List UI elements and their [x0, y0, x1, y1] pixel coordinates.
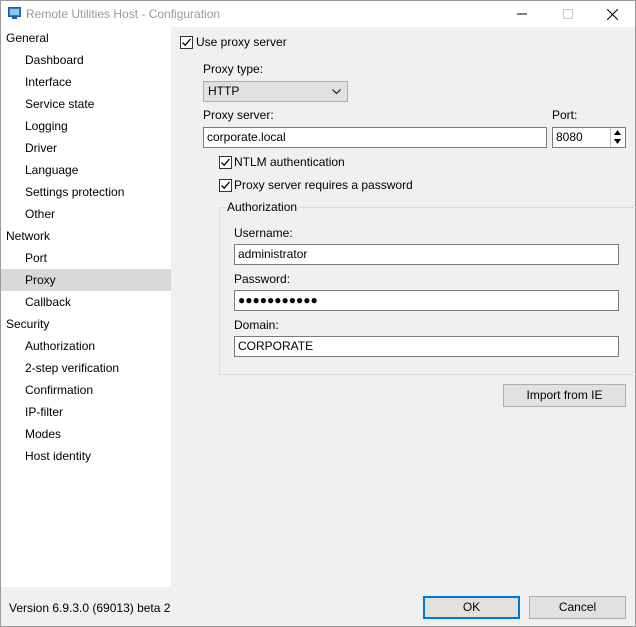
- tree-item-2-step-verification[interactable]: 2-step verification: [1, 357, 171, 379]
- proxy-type-select[interactable]: HTTP: [203, 81, 348, 102]
- tree-item-interface[interactable]: Interface: [1, 71, 171, 93]
- proxy-type-value: HTTP: [208, 84, 240, 98]
- tree-item-authorization[interactable]: Authorization: [1, 335, 171, 357]
- dialog-footer: Version 6.9.3.0 (69013) beta 2 OK Cancel: [1, 587, 635, 626]
- settings-tree: General Dashboard Interface Service stat…: [1, 27, 171, 587]
- username-label: Username:: [234, 226, 293, 240]
- username-input[interactable]: administrator: [234, 244, 619, 265]
- proxy-server-label: Proxy server:: [203, 108, 274, 122]
- password-input[interactable]: ●●●●●●●●●●●: [234, 290, 619, 311]
- tree-item-logging[interactable]: Logging: [1, 115, 171, 137]
- title-bar: Remote Utilities Host - Configuration: [1, 1, 635, 27]
- tree-item-network[interactable]: Network: [1, 225, 171, 247]
- maximize-button[interactable]: [545, 1, 591, 27]
- ok-button[interactable]: OK: [423, 596, 520, 619]
- use-proxy-label: Use proxy server: [196, 35, 287, 49]
- tree-item-dashboard[interactable]: Dashboard: [1, 49, 171, 71]
- cancel-button[interactable]: Cancel: [529, 596, 626, 619]
- tree-item-callback[interactable]: Callback: [1, 291, 171, 313]
- tree-item-host-identity[interactable]: Host identity: [1, 445, 171, 467]
- tree-item-language[interactable]: Language: [1, 159, 171, 181]
- tree-item-confirmation[interactable]: Confirmation: [1, 379, 171, 401]
- arrow-down-icon[interactable]: [614, 139, 621, 144]
- app-icon: [8, 7, 21, 20]
- port-spinbox[interactable]: 8080: [552, 127, 626, 148]
- domain-label: Domain:: [234, 318, 279, 332]
- domain-input[interactable]: CORPORATE: [234, 336, 619, 357]
- close-button[interactable]: [589, 1, 635, 27]
- tree-item-driver[interactable]: Driver: [1, 137, 171, 159]
- arrow-up-icon[interactable]: [614, 130, 621, 135]
- tree-item-security[interactable]: Security: [1, 313, 171, 335]
- tree-item-settings-protection[interactable]: Settings protection: [1, 181, 171, 203]
- checkmark-icon: [221, 181, 230, 190]
- import-from-ie-button[interactable]: Import from IE: [503, 384, 626, 407]
- proxy-settings-panel: Use proxy server Proxy type: HTTP Proxy …: [171, 27, 636, 587]
- proxy-type-label: Proxy type:: [203, 62, 264, 76]
- tree-item-service-state[interactable]: Service state: [1, 93, 171, 115]
- version-text: Version 6.9.3.0 (69013) beta 2: [9, 601, 171, 615]
- tree-item-proxy[interactable]: Proxy: [1, 269, 171, 291]
- password-label: Password:: [234, 272, 291, 286]
- ntlm-checkbox[interactable]: [219, 156, 232, 169]
- proxy-server-input[interactable]: corporate.local: [203, 127, 547, 148]
- checkmark-icon: [221, 158, 230, 167]
- tree-item-general[interactable]: General: [1, 27, 171, 49]
- port-value: 8080: [556, 130, 583, 144]
- chevron-down-icon: [332, 89, 341, 95]
- configuration-window: Remote Utilities Host - Configuration Ge…: [0, 0, 636, 627]
- ntlm-label: NTLM authentication: [234, 155, 345, 169]
- window-title: Remote Utilities Host - Configuration: [26, 7, 221, 21]
- port-spin-buttons[interactable]: [610, 128, 625, 147]
- authorization-group-label: Authorization: [225, 200, 300, 214]
- checkmark-icon: [182, 38, 191, 47]
- tree-item-ip-filter[interactable]: IP-filter: [1, 401, 171, 423]
- use-proxy-checkbox[interactable]: [180, 36, 193, 49]
- tree-item-other[interactable]: Other: [1, 203, 171, 225]
- tree-item-modes[interactable]: Modes: [1, 423, 171, 445]
- requires-password-label: Proxy server requires a password: [234, 178, 413, 192]
- minimize-button[interactable]: [499, 1, 545, 27]
- port-label: Port:: [552, 108, 578, 122]
- tree-item-port[interactable]: Port: [1, 247, 171, 269]
- requires-password-checkbox[interactable]: [219, 179, 232, 192]
